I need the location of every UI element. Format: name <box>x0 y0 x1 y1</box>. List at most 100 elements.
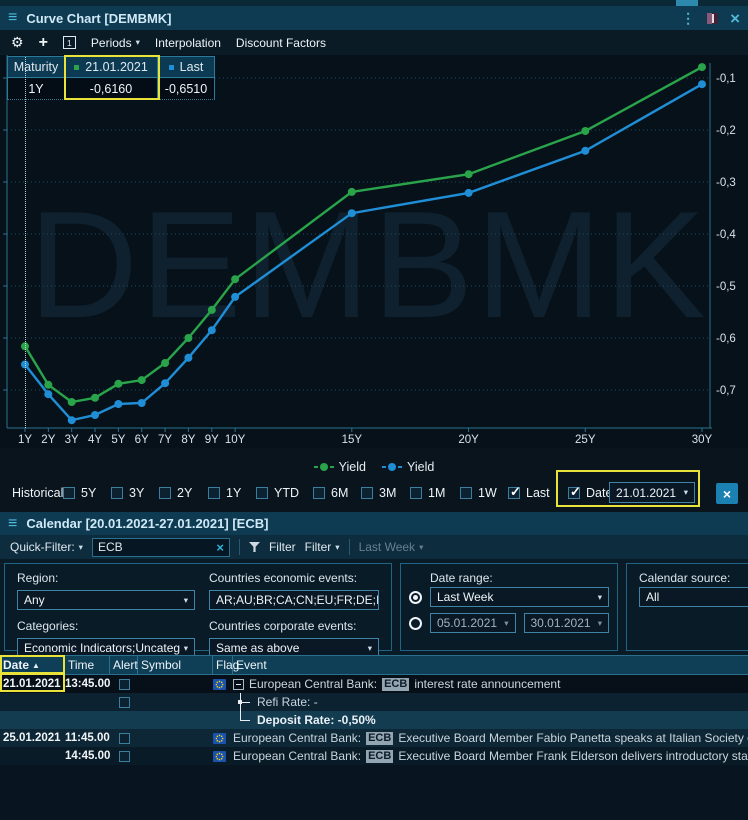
legend-label: Yield <box>339 460 366 474</box>
last-week-dropdown[interactable]: Last Week ▾ <box>359 540 424 554</box>
checkbox[interactable] <box>361 487 373 499</box>
curve-window-title: Curve Chart [DEMBMK] <box>26 11 171 26</box>
svg-text:-0,3: -0,3 <box>716 177 736 189</box>
chevron-down-icon: ▾ <box>598 592 602 603</box>
checkbox[interactable] <box>256 487 268 499</box>
chevron-down-icon: ▾ <box>184 595 188 606</box>
dock-window-icon[interactable] <box>707 13 718 24</box>
alert-checkbox[interactable] <box>119 733 130 744</box>
historical-toggle-1m[interactable]: 1M <box>410 486 445 500</box>
funnel-icon[interactable] <box>249 542 260 552</box>
countries-corp-label: Countries corporate events: <box>209 619 379 635</box>
calendar-filter-panels: Region: Countries economic events: Any ▾… <box>0 559 748 655</box>
collapse-icon[interactable] <box>233 679 244 690</box>
hamburger-icon[interactable]: ≡ <box>8 516 17 532</box>
historical-toggle-label: 6M <box>331 486 348 500</box>
calendar-event-row[interactable]: 14:45.00European Central Bank:ECBExecuti… <box>0 747 748 765</box>
custom-range-radio[interactable] <box>409 617 422 630</box>
alert-checkbox[interactable] <box>119 679 130 690</box>
calendar-event-row[interactable]: Refi Rate: - <box>0 693 748 711</box>
interpolation-menu[interactable]: Interpolation <box>155 36 221 50</box>
countries-econ-select[interactable]: AR;AU;BR;CA;CN;EU;FR;DE;IN; ▾ <box>209 590 379 610</box>
event-text: Refi Rate: - <box>257 695 318 709</box>
add-icon[interactable]: + <box>39 35 48 51</box>
screen: ≡ Curve Chart [DEMBMK] ⋮ × ⚙ + 1 Periods… <box>0 0 748 820</box>
column-header-date[interactable]: Date▲ <box>0 656 65 674</box>
checkbox[interactable] <box>208 487 220 499</box>
legend-item[interactable]: Yield <box>314 460 366 474</box>
column-header-event[interactable]: Event <box>233 656 748 674</box>
calendar-source-panel: Calendar source: All <box>626 563 748 651</box>
event-cell[interactable]: European Central Bank:ECBExecutive Board… <box>233 747 748 765</box>
close-icon[interactable]: × <box>730 10 740 27</box>
historical-toggle-label: YTD <box>274 486 299 500</box>
quick-filter-input[interactable]: ECB × <box>92 538 230 557</box>
calendar-source-select[interactable]: All <box>639 587 748 607</box>
checkbox[interactable] <box>460 487 472 499</box>
kebab-menu-icon[interactable]: ⋮ <box>681 10 695 27</box>
checkbox[interactable] <box>63 487 75 499</box>
svg-text:9Y: 9Y <box>205 434 219 446</box>
calendar-event-row[interactable]: 21.01.202113:45.00European Central Bank:… <box>0 675 748 693</box>
gear-icon[interactable]: ⚙ <box>11 34 24 51</box>
event-cell[interactable]: Refi Rate: - <box>233 693 748 711</box>
periods-menu[interactable]: Periods ▾ <box>91 36 140 50</box>
date-picker-dropdown[interactable]: 21.01.2021 ▾ <box>609 482 695 503</box>
date-range-select[interactable]: Last Week ▾ <box>430 587 609 607</box>
event-cell[interactable]: Deposit Rate: -0,50% <box>233 711 748 729</box>
column-header-flag[interactable]: Flag <box>213 656 233 674</box>
checkbox[interactable] <box>313 487 325 499</box>
legend-label: Yield <box>407 460 434 474</box>
historical-toggle-2y[interactable]: 2Y <box>159 486 192 500</box>
ecb-badge: ECB <box>382 678 409 691</box>
historical-toggle-5y[interactable]: 5Y <box>63 486 96 500</box>
close-chart-button[interactable]: × <box>716 483 738 504</box>
svg-text:-0,6: -0,6 <box>716 333 736 345</box>
calendar-event-row[interactable]: Deposit Rate: -0,50% <box>0 711 748 729</box>
last-checkbox[interactable]: ✓ <box>508 487 520 499</box>
clear-filter-icon[interactable]: × <box>216 541 224 554</box>
legend-item[interactable]: Yield <box>382 460 434 474</box>
calendar-titlebar: ≡ Calendar [20.01.2021-27.01.2021] [ECB] <box>0 512 748 535</box>
quick-filter-menu[interactable]: Quick-Filter: ▾ <box>10 540 83 554</box>
historical-toggle-3y[interactable]: 3Y <box>111 486 144 500</box>
event-cell[interactable]: European Central Bank:ECBinterest rate a… <box>233 675 748 693</box>
column-header-symbol[interactable]: Symbol <box>138 656 213 674</box>
discount-factors-menu[interactable]: Discount Factors <box>236 36 326 50</box>
layout-one-icon[interactable]: 1 <box>63 36 76 49</box>
alert-checkbox[interactable] <box>119 751 130 762</box>
quick-filter-label: Quick-Filter: <box>10 540 75 554</box>
date-from-picker[interactable]: 05.01.2021 ▾ <box>430 613 516 633</box>
col-date: 21.01.2021 <box>64 56 158 78</box>
alert-checkbox[interactable] <box>119 697 130 708</box>
date-checkbox[interactable]: ✓ <box>568 487 580 499</box>
flag-cell <box>213 751 233 762</box>
col-last: Last <box>157 56 215 78</box>
checkbox[interactable] <box>410 487 422 499</box>
quick-filter-bar: Quick-Filter: ▾ ECB × Filter Filter ▾ La… <box>0 535 748 559</box>
chevron-down-icon: ▾ <box>335 542 339 553</box>
historical-toggle-ytd[interactable]: YTD <box>256 486 299 500</box>
filter-dropdown[interactable]: Filter ▾ <box>305 540 340 554</box>
alert-cell <box>110 751 138 762</box>
maturity-value: 1Y <box>7 78 65 100</box>
chevron-down-icon: ▾ <box>184 643 188 654</box>
historical-toggle-1w[interactable]: 1W <box>460 486 497 500</box>
last-week-radio[interactable] <box>409 591 422 604</box>
hamburger-icon[interactable]: ≡ <box>8 10 17 26</box>
column-header-alert[interactable]: Alert <box>110 656 138 674</box>
historical-toggle-3m[interactable]: 3M <box>361 486 396 500</box>
event-cell[interactable]: European Central Bank:ECBExecutive Board… <box>233 729 748 747</box>
checkbox[interactable] <box>111 487 123 499</box>
historical-toggle-1y[interactable]: 1Y <box>208 486 241 500</box>
checkbox[interactable] <box>159 487 171 499</box>
calendar-event-row[interactable]: 25.01.202111:45.00European Central Bank:… <box>0 729 748 747</box>
yield-curve-chart[interactable]: DEMBMK-0,1-0,2-0,3-0,4-0,5-0,6-0,71Y2Y3Y… <box>0 55 748 448</box>
date-to-value: 30.01.2021 <box>531 616 591 630</box>
last-toggle[interactable]: ✓ Last <box>508 486 550 500</box>
historical-toggle-6m[interactable]: 6M <box>313 486 348 500</box>
date-toggle[interactable]: ✓ Date <box>568 486 612 500</box>
region-select[interactable]: Any ▾ <box>17 590 195 610</box>
date-to-picker[interactable]: 30.01.2021 ▾ <box>524 613 610 633</box>
column-header-time[interactable]: Time <box>65 656 110 674</box>
